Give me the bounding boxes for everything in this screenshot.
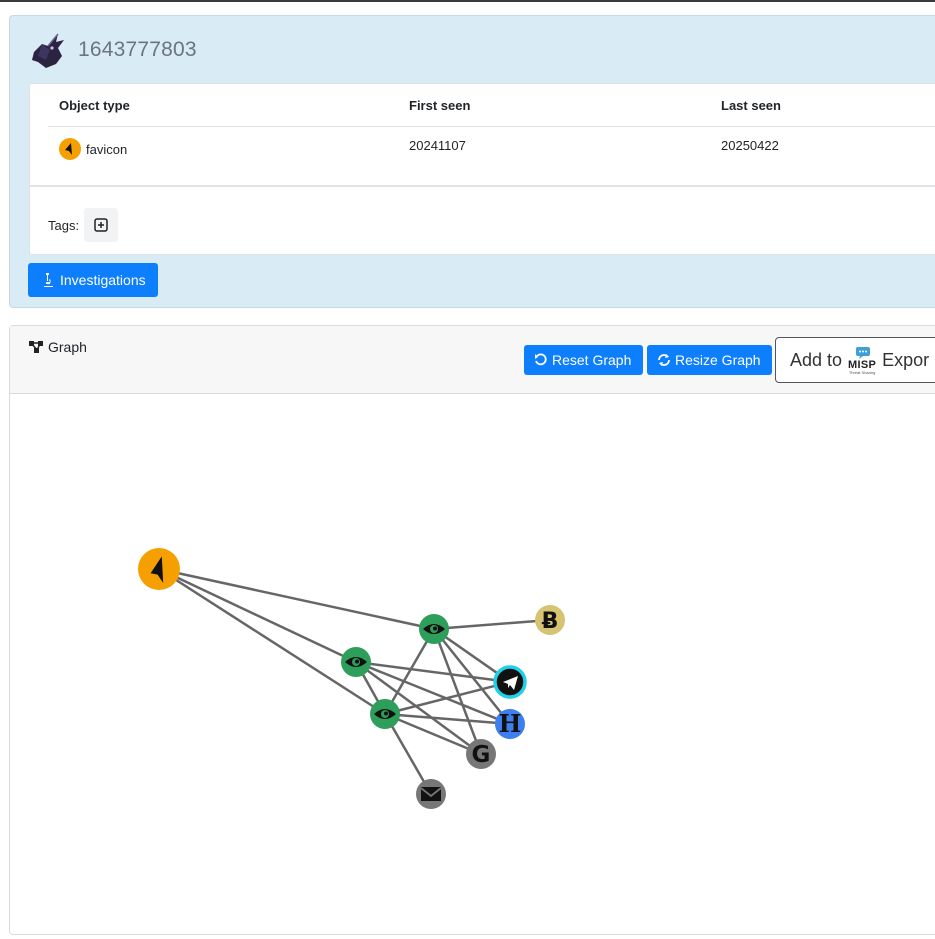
refresh-icon bbox=[658, 354, 670, 366]
column-last-seen: Last seen bbox=[721, 98, 781, 113]
graph-edge-favicon-domain-1 bbox=[158, 567, 435, 631]
undo-icon bbox=[535, 353, 547, 366]
first-seen-value: 20241107 bbox=[409, 138, 466, 153]
tags-label: Tags: bbox=[48, 217, 80, 233]
graph-title-label: Graph bbox=[48, 339, 87, 355]
object-type-cell: favicon bbox=[59, 138, 128, 164]
top-border bbox=[0, 0, 935, 2]
misp-logo-icon: MISP Threat Sharing bbox=[848, 346, 876, 375]
column-object-type: Object type bbox=[59, 98, 130, 113]
object-header: 1643777803 bbox=[28, 30, 197, 70]
investigations-button[interactable]: Investigations bbox=[28, 263, 158, 297]
graph-node-telegram[interactable] bbox=[493, 665, 527, 699]
resize-graph-label: Resize Graph bbox=[675, 352, 761, 368]
column-first-seen: First seen bbox=[409, 98, 471, 113]
investigations-label: Investigations bbox=[60, 272, 146, 288]
rabbit-logo-icon bbox=[32, 33, 64, 68]
graph-edge-favicon-domain-2 bbox=[158, 567, 357, 664]
object-title: 1643777803 bbox=[78, 38, 197, 61]
favicon-icon bbox=[59, 138, 81, 160]
microscope-icon bbox=[44, 273, 53, 287]
last-seen-value: 20250422 bbox=[721, 138, 779, 153]
svg-text:H: H bbox=[499, 709, 522, 738]
svg-text:G: G bbox=[472, 742, 491, 768]
graph-nodes: Ƀ HG bbox=[138, 548, 565, 809]
object-type-value: favicon bbox=[86, 141, 128, 157]
graph-icon bbox=[29, 341, 43, 353]
reset-graph-button[interactable]: Reset Graph bbox=[524, 345, 643, 375]
resize-graph-button[interactable]: Resize Graph bbox=[647, 345, 772, 375]
graph-node-favicon[interactable] bbox=[138, 548, 180, 590]
graph-title: Graph bbox=[28, 339, 87, 355]
graph-node-email[interactable] bbox=[416, 779, 446, 809]
graph-header: Graph Reset Graph Resize Graph Add to MI… bbox=[10, 326, 935, 394]
table-row: favicon 20241107 20250422 bbox=[48, 127, 935, 185]
graph-card: Graph Reset Graph Resize Graph Add to MI… bbox=[9, 325, 935, 935]
add-tag-button[interactable] bbox=[84, 208, 119, 242]
graph-edge-favicon-domain-3 bbox=[158, 567, 386, 716]
graph-canvas[interactable]: Ƀ HG bbox=[10, 394, 935, 934]
divider bbox=[30, 185, 935, 187]
graph-edge-domain-1-bitcoin bbox=[433, 618, 551, 631]
graph-node-domain-2[interactable] bbox=[341, 647, 371, 677]
reset-graph-label: Reset Graph bbox=[552, 352, 632, 368]
add-to-label: Add to bbox=[790, 349, 843, 370]
add-to-misp-button[interactable]: Add to MISP Threat Sharing Expor bbox=[775, 337, 935, 383]
tags-row: Tags: bbox=[48, 208, 119, 242]
table-header: Object type First seen Last seen bbox=[48, 84, 935, 127]
graph-node-bitcoin[interactable]: Ƀ bbox=[535, 605, 565, 635]
plus-square-icon bbox=[94, 218, 108, 232]
object-card: 1643777803 Object type First seen Last s… bbox=[9, 15, 935, 308]
svg-text:Ƀ: Ƀ bbox=[542, 609, 559, 634]
graph-node-domain-3[interactable] bbox=[370, 699, 400, 729]
graph-node-hash[interactable]: H bbox=[495, 709, 525, 739]
object-info-panel: Object type First seen Last seen favicon… bbox=[29, 83, 935, 255]
graph-svg: Ƀ HG bbox=[138, 548, 565, 809]
graph-node-google[interactable]: G bbox=[466, 739, 496, 769]
export-label: Expor bbox=[882, 349, 930, 370]
graph-node-domain-1[interactable] bbox=[419, 614, 449, 644]
